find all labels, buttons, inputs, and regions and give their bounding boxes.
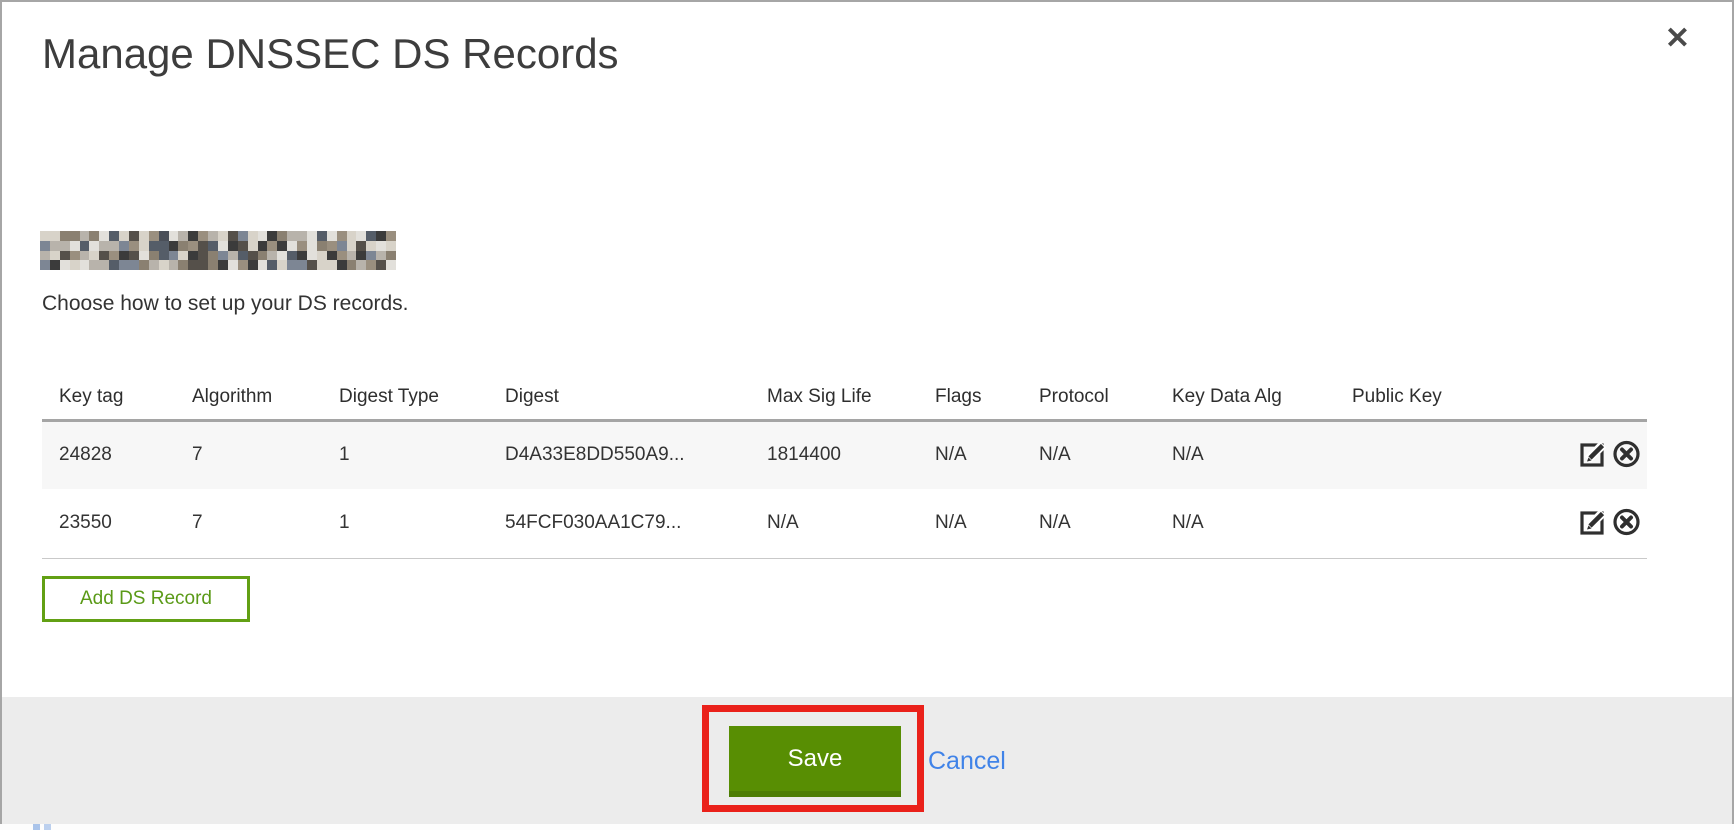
cell-flags: N/A xyxy=(918,489,1022,558)
table-header-row: Key tag Algorithm Digest Type Digest Max… xyxy=(42,376,1647,420)
cell-public-key xyxy=(1335,489,1565,558)
cell-algorithm: 7 xyxy=(175,420,322,489)
table-row: 24828 7 1 D4A33E8DD550A9... 1814400 N/A … xyxy=(42,420,1647,489)
background-page-content xyxy=(33,824,57,830)
cell-flags: N/A xyxy=(918,420,1022,489)
cell-digest-type: 1 xyxy=(322,489,488,558)
background-page-peek xyxy=(0,824,1734,830)
edit-icon xyxy=(1578,457,1609,472)
col-header-max-sig-life: Max Sig Life xyxy=(750,376,918,420)
cell-digest: 54FCF030AA1C79... xyxy=(488,489,750,558)
circle-x-icon xyxy=(1611,525,1642,540)
instruction-text: Choose how to set up your DS records. xyxy=(42,292,409,316)
domain-name-redacted xyxy=(40,231,396,270)
col-header-key-tag: Key tag xyxy=(42,376,175,420)
delete-record-button[interactable] xyxy=(1611,438,1642,472)
cell-protocol: N/A xyxy=(1022,489,1155,558)
col-header-public-key: Public Key xyxy=(1335,376,1565,420)
edit-record-button[interactable] xyxy=(1578,438,1609,472)
cell-algorithm: 7 xyxy=(175,489,322,558)
ds-records-table: Key tag Algorithm Digest Type Digest Max… xyxy=(42,376,1647,559)
col-header-algorithm: Algorithm xyxy=(175,376,322,420)
cell-protocol: N/A xyxy=(1022,420,1155,489)
col-header-key-data-alg: Key Data Alg xyxy=(1155,376,1335,420)
col-header-flags: Flags xyxy=(918,376,1022,420)
cell-public-key xyxy=(1335,420,1565,489)
cell-key-data-alg: N/A xyxy=(1155,489,1335,558)
delete-record-button[interactable] xyxy=(1611,506,1642,540)
dnssec-dialog: Manage DNSSEC DS Records ✕ Choose how to… xyxy=(0,0,1734,824)
save-button[interactable]: Save xyxy=(729,726,901,797)
cell-key-data-alg: N/A xyxy=(1155,420,1335,489)
edit-icon xyxy=(1578,525,1609,540)
cell-digest: D4A33E8DD550A9... xyxy=(488,420,750,489)
dialog-title: Manage DNSSEC DS Records xyxy=(42,30,619,78)
edit-record-button[interactable] xyxy=(1578,506,1609,540)
cell-key-tag: 24828 xyxy=(42,420,175,489)
col-header-protocol: Protocol xyxy=(1022,376,1155,420)
add-ds-record-button[interactable]: Add DS Record xyxy=(42,576,250,622)
cell-max-sig-life: N/A xyxy=(750,489,918,558)
dialog-footer: Save Cancel xyxy=(2,697,1732,824)
col-header-actions xyxy=(1565,376,1647,420)
circle-x-icon xyxy=(1611,457,1642,472)
cancel-link[interactable]: Cancel xyxy=(928,747,1006,776)
cell-digest-type: 1 xyxy=(322,420,488,489)
col-header-digest-type: Digest Type xyxy=(322,376,488,420)
cell-key-tag: 23550 xyxy=(42,489,175,558)
table-row: 23550 7 1 54FCF030AA1C79... N/A N/A N/A … xyxy=(42,489,1647,558)
cell-max-sig-life: 1814400 xyxy=(750,420,918,489)
col-header-digest: Digest xyxy=(488,376,750,420)
close-icon[interactable]: ✕ xyxy=(1665,24,1690,54)
